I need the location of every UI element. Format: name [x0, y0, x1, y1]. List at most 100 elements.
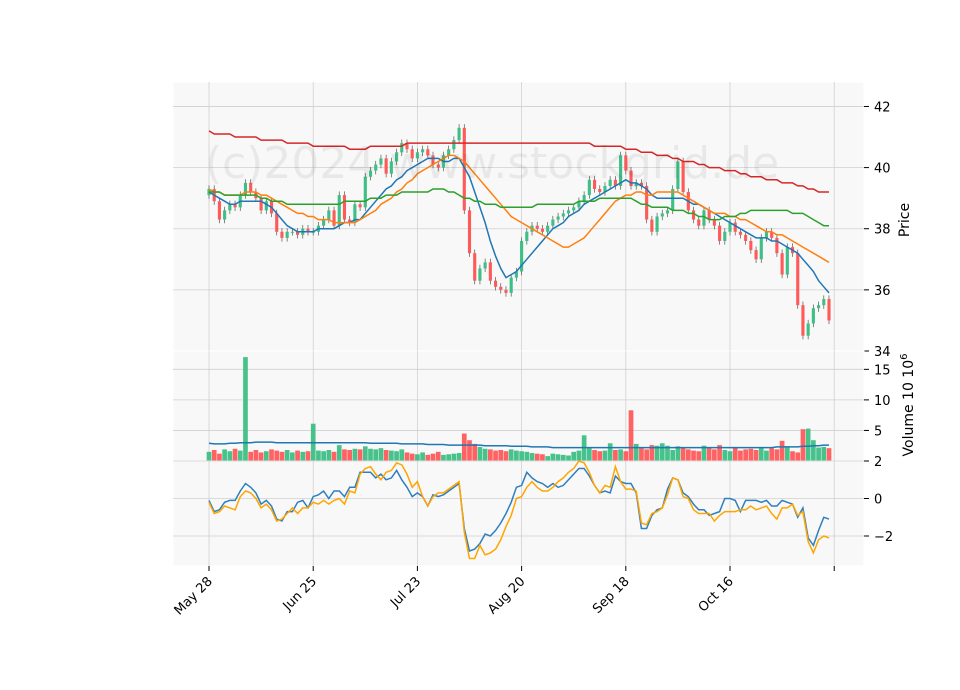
price-axis-label: Price	[897, 203, 913, 237]
volume-bar	[415, 454, 420, 461]
volume-bar	[732, 446, 738, 461]
candle-body	[290, 231, 294, 233]
volume-bar	[274, 450, 280, 461]
candle-body	[754, 250, 758, 260]
volume-bar	[331, 451, 337, 461]
candle-body	[504, 289, 508, 293]
volume-bar	[383, 450, 389, 461]
volume-bar	[769, 448, 775, 461]
volume-bar	[784, 446, 790, 461]
volume-bar	[217, 453, 222, 461]
volume-bar	[738, 450, 743, 461]
volume-bar	[279, 451, 285, 461]
volume-bar	[446, 454, 452, 461]
volume-bar	[342, 449, 347, 461]
osc-background	[172, 460, 865, 567]
volume-panel: 5 10 15	[172, 350, 891, 462]
volume-bar	[555, 454, 561, 461]
volume-bar	[321, 451, 326, 461]
volume-bar	[451, 453, 457, 461]
volume-bar	[586, 448, 592, 461]
volume-bar	[576, 450, 582, 461]
volume-bar	[795, 452, 801, 461]
price-panel: 34 36 38 40 42	[172, 81, 891, 360]
candle-body	[660, 213, 664, 217]
volume-bar	[493, 450, 498, 461]
candle-body	[738, 231, 742, 235]
x-tick-label: Jun 25	[280, 574, 320, 614]
volume-bar	[248, 451, 254, 461]
candle-body	[551, 219, 555, 226]
volume-bar	[633, 443, 639, 461]
candle-body	[540, 228, 545, 232]
candle-body	[509, 277, 513, 293]
candle-body	[723, 231, 727, 241]
candle-body	[337, 195, 341, 226]
volume-bar	[373, 449, 379, 461]
volume-bar	[821, 446, 827, 461]
candle-body	[712, 219, 716, 226]
volume-bar	[352, 448, 358, 461]
price-tick-label: 42	[874, 100, 891, 115]
volume-bar	[685, 449, 691, 461]
volume-bar	[237, 450, 243, 461]
volume-bar	[389, 450, 394, 461]
volume-bar	[435, 451, 441, 461]
candle-body	[697, 219, 701, 226]
candle-body	[332, 210, 336, 226]
volume-bar	[498, 450, 504, 461]
volume-bar	[404, 452, 410, 461]
candle-body	[759, 237, 763, 260]
candle-body	[822, 299, 826, 306]
candle-body	[499, 286, 503, 290]
volume-bar	[545, 456, 550, 461]
volume-bar	[524, 451, 530, 461]
volume-tick-label: 15	[874, 363, 891, 378]
volume-bar	[534, 453, 540, 461]
candle-body	[535, 225, 539, 229]
volume-bar	[508, 449, 514, 461]
volume-bar	[456, 453, 462, 461]
candle-body	[582, 195, 586, 202]
volume-bar	[712, 449, 717, 461]
volume-bar	[394, 451, 399, 461]
volume-bar	[514, 450, 519, 461]
volume-bar	[800, 429, 806, 461]
volume-bar	[316, 450, 321, 461]
volume-bar	[753, 450, 759, 461]
x-tick-label: Oct 16	[696, 574, 737, 615]
candle-body	[566, 210, 571, 214]
candle-body	[275, 213, 279, 232]
volume-bar	[597, 451, 603, 461]
candle-body	[478, 268, 482, 281]
price-tick-label: 38	[874, 223, 891, 238]
volume-bar	[623, 451, 629, 461]
candle-body	[322, 219, 326, 226]
candle-body	[488, 262, 492, 281]
volume-bar	[743, 449, 748, 461]
candle-body	[817, 305, 821, 309]
volume-bar	[805, 428, 811, 461]
volume-bar	[696, 451, 702, 461]
volume-bar	[790, 451, 795, 461]
x-tick-label: May 28	[172, 574, 216, 618]
volume-bar	[644, 449, 649, 461]
candle-body	[691, 210, 696, 220]
volume-bar	[461, 433, 467, 461]
volume-bar	[253, 450, 259, 461]
volume-bar	[628, 410, 634, 461]
x-tick-label: Sep 18	[590, 574, 633, 617]
price-tick-label: 36	[874, 284, 891, 299]
volume-bar	[826, 448, 832, 461]
volume-bar	[326, 450, 332, 461]
volume-bar	[420, 452, 425, 461]
volume-bar	[357, 449, 363, 461]
volume-bar	[482, 448, 488, 461]
x-axis: May 28 Jun 25 Jul 23 Aug 20 Sep 18 Oct 16	[172, 566, 835, 618]
volume-bar	[560, 454, 566, 461]
candle-body	[655, 216, 659, 232]
candle-body	[749, 240, 753, 251]
candle-body	[702, 210, 706, 226]
volume-bar	[227, 451, 233, 461]
volume-bar	[290, 452, 295, 461]
